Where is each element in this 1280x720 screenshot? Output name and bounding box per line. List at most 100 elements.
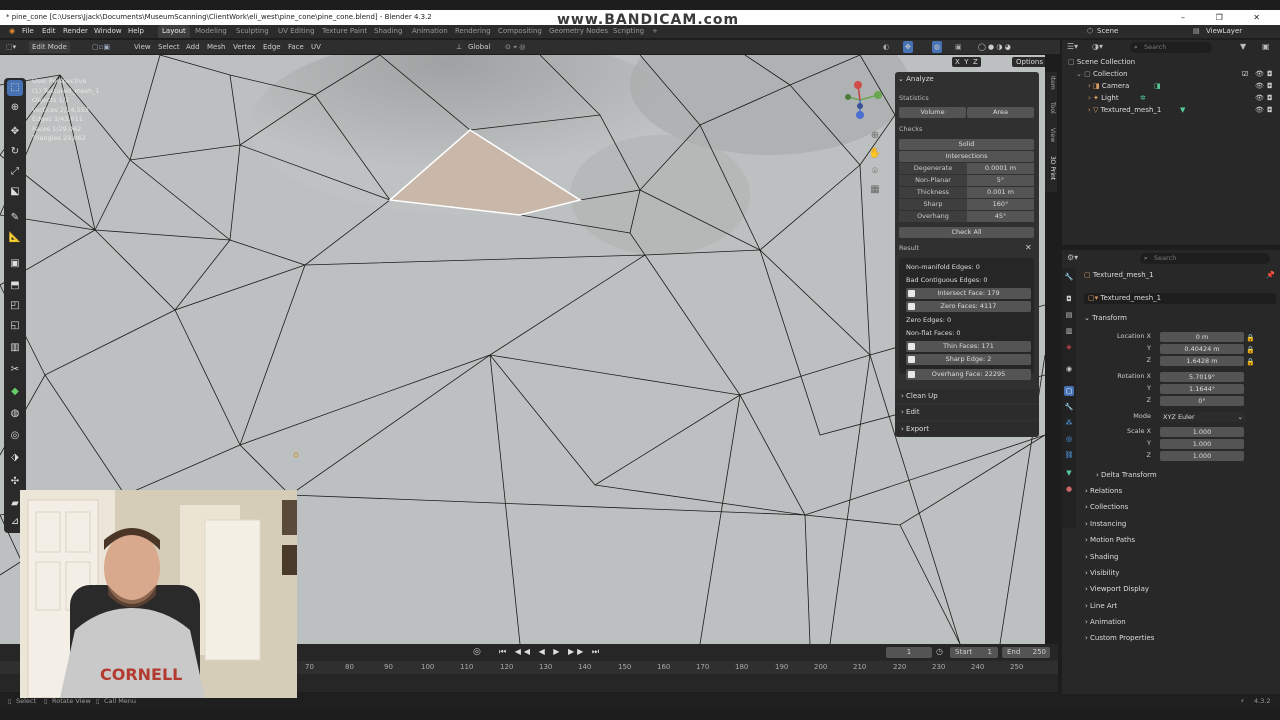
menu-help[interactable]: Help xyxy=(125,25,147,38)
menu-file[interactable]: File xyxy=(19,25,37,38)
axis-x-button[interactable]: X xyxy=(955,58,960,66)
line-art-section[interactable]: › Line Art xyxy=(1085,602,1117,610)
analyze-header[interactable]: ⌄ Analyze xyxy=(898,73,934,85)
outliner-row-light[interactable]: › ✦ Light ✲ 👁 ◘ xyxy=(1062,92,1280,104)
rotation-z-field[interactable]: 0° xyxy=(1160,396,1244,406)
custom-properties-section[interactable]: › Custom Properties xyxy=(1085,634,1154,642)
grid-icon[interactable]: ▦ xyxy=(868,181,882,199)
tab-view[interactable]: View xyxy=(1046,128,1056,142)
clock-icon[interactable]: ◷ xyxy=(936,647,943,656)
viewlayer-selector[interactable]: ViewLayer xyxy=(1203,25,1245,38)
knife-tool-icon[interactable]: ✂ xyxy=(7,362,23,378)
display-mode-icon[interactable]: ◑▾ xyxy=(1092,42,1103,51)
shrink-fatten-tool-icon[interactable]: ✣ xyxy=(7,474,23,490)
motion-paths-section[interactable]: › Motion Paths xyxy=(1085,536,1135,544)
eye-icon[interactable]: 👁 xyxy=(1255,80,1264,92)
rotation-x-field[interactable]: 5.7019° xyxy=(1160,372,1244,382)
overlay-toggle-icon[interactable]: ◍ xyxy=(932,41,943,53)
smooth-tool-icon[interactable]: ◎ xyxy=(7,428,23,444)
location-x-field[interactable]: 0 m xyxy=(1160,332,1244,342)
new-collection-icon[interactable]: ▣ xyxy=(1262,42,1270,51)
edge-slide-tool-icon[interactable]: ⬗ xyxy=(7,450,23,466)
output-tab-icon[interactable]: ▤ xyxy=(1064,310,1074,320)
view-layer-tab-icon[interactable]: ▥ xyxy=(1064,326,1074,336)
outliner-row-textured-mesh[interactable]: › ▽ Textured_mesh_1 ▼ 👁 ◘ xyxy=(1062,104,1280,116)
tab-item[interactable]: Item xyxy=(1046,76,1056,90)
visibility-section[interactable]: › Visibility xyxy=(1085,569,1119,577)
menu-edge[interactable]: Edge xyxy=(263,41,281,53)
camera-view-icon[interactable]: ⌾ xyxy=(868,163,882,181)
close-result-icon[interactable]: ✕ xyxy=(1025,243,1032,252)
check-value[interactable]: 5° xyxy=(967,175,1034,186)
bevel-tool-icon[interactable]: ◱ xyxy=(7,318,23,334)
scale-z-field[interactable]: 1.000 xyxy=(1160,451,1244,461)
rotation-mode-select[interactable]: XYZ Euler ⌄ xyxy=(1160,412,1246,422)
add-workspace-button[interactable]: + xyxy=(648,25,662,38)
check-all-button[interactable]: Check All xyxy=(899,227,1034,238)
lock-icon[interactable]: 🔒 xyxy=(1246,332,1255,344)
lock-icon[interactable]: 🔒 xyxy=(1246,344,1255,356)
navigation-gizmo[interactable] xyxy=(830,75,890,125)
tab-tool[interactable]: Tool xyxy=(1046,102,1056,114)
blender-logo-icon[interactable]: ◉ xyxy=(6,25,18,38)
viewport-display-section[interactable]: › Viewport Display xyxy=(1085,585,1149,593)
transform-orientation[interactable]: Global xyxy=(468,41,490,53)
menu-uv[interactable]: UV xyxy=(311,41,321,53)
scale-tool-icon[interactable]: ⤢ xyxy=(7,164,23,180)
animation-section[interactable]: › Animation xyxy=(1085,618,1126,626)
menu-select[interactable]: Select xyxy=(158,41,180,53)
result-thin-faces-button[interactable]: Thin Faces: 171 xyxy=(906,341,1031,352)
location-z-field[interactable]: 1.6428 m xyxy=(1160,356,1244,366)
menu-view[interactable]: View xyxy=(134,41,151,53)
check-thickness[interactable]: Thickness 0.001 m xyxy=(899,187,1034,198)
object-tab-icon[interactable]: ▢ xyxy=(1064,386,1074,396)
xray-icon[interactable]: ▣ xyxy=(955,41,962,53)
eye-icon[interactable]: 👁 xyxy=(1255,104,1264,116)
outliner-row-collection[interactable]: ⌄ ▢ Collection ☑ 👁 ◘ xyxy=(1062,68,1280,80)
area-button[interactable]: Area xyxy=(967,107,1034,118)
tab-layout[interactable]: Layout xyxy=(158,25,190,38)
check-overhang[interactable]: Overhang 45° xyxy=(899,211,1034,222)
add-cube-tool-icon[interactable]: ▣ xyxy=(7,256,23,272)
particles-tab-icon[interactable]: ⁂ xyxy=(1064,418,1074,428)
result-intersect-face-button[interactable]: Intersect Face: 179 xyxy=(906,288,1031,299)
delta-transform-section[interactable]: › Delta Transform xyxy=(1096,471,1157,479)
constraints-tab-icon[interactable]: ⛓ xyxy=(1064,450,1074,460)
measure-tool-icon[interactable]: 📐 xyxy=(7,230,23,246)
axis-y-button[interactable]: Y xyxy=(964,58,968,66)
viewport-nav-buttons[interactable]: ⊕ ✋ ⌾ ▦ xyxy=(868,127,882,199)
scene-tab-icon[interactable]: ◈ xyxy=(1064,342,1074,352)
shading-modes-icon[interactable]: ◯ ● ◑ ◕ xyxy=(978,41,1011,53)
tab-shading[interactable]: Shading xyxy=(370,25,406,38)
check-value[interactable]: 0.001 m xyxy=(967,187,1034,198)
options-button[interactable]: Options xyxy=(1012,57,1045,67)
solid-button[interactable]: Solid xyxy=(899,139,1034,150)
select-checkbox[interactable] xyxy=(908,343,915,350)
rotate-tool-icon[interactable]: ↻ xyxy=(7,144,23,160)
check-value[interactable]: 160° xyxy=(967,199,1034,210)
properties-search-input[interactable]: ⌕ Search xyxy=(1140,253,1270,264)
filter-icon[interactable]: ▼ xyxy=(1240,42,1246,51)
check-value[interactable]: 45° xyxy=(967,211,1034,222)
volume-button[interactable]: Volume xyxy=(899,107,966,118)
move-tool-icon[interactable]: ✥ xyxy=(7,124,23,140)
menu-mesh[interactable]: Mesh xyxy=(207,41,225,53)
visibility-icon[interactable]: ◐ xyxy=(883,41,889,53)
check-non-planar[interactable]: Non-Planar 5° xyxy=(899,175,1034,186)
editor-type-icon[interactable]: ⬚▾ xyxy=(6,41,16,53)
mode-selector[interactable]: Edit Mode xyxy=(29,41,70,53)
poly-build-tool-icon[interactable]: ◆ xyxy=(7,384,23,400)
tab-rendering[interactable]: Rendering xyxy=(451,25,495,38)
gizmo-toggle-icon[interactable]: ✥ xyxy=(903,41,913,53)
shading-section[interactable]: › Shading xyxy=(1085,553,1118,561)
outliner-row-scene-collection[interactable]: ▢ Scene Collection xyxy=(1062,56,1280,68)
check-sharp[interactable]: Sharp 160° xyxy=(899,199,1034,210)
select-checkbox[interactable] xyxy=(908,290,915,297)
location-y-field[interactable]: 0.40424 m xyxy=(1160,344,1244,354)
pivot-icon[interactable]: ⊙ ⌖ ◎ xyxy=(505,41,525,53)
select-checkbox[interactable] xyxy=(908,303,915,310)
result-sharp-edge-button[interactable]: Sharp Edge: 2 xyxy=(906,354,1031,365)
tab-animation[interactable]: Animation xyxy=(408,25,452,38)
start-frame-field[interactable]: Start 1 xyxy=(950,647,998,658)
collections-section[interactable]: › Collections xyxy=(1085,503,1128,511)
